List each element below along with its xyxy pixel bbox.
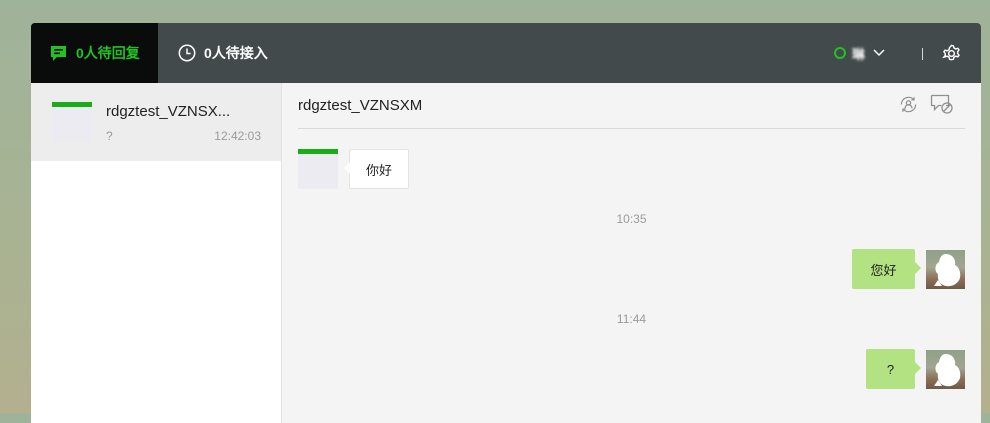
- conversation-name: rdgztest_VZNSX...: [106, 103, 231, 120]
- agent-status[interactable]: 琳: [834, 23, 885, 83]
- conversation-time: 12:42:03: [214, 129, 261, 143]
- chat-header: rdgztest_VZNSXM: [298, 83, 965, 129]
- clock-icon: [178, 44, 196, 62]
- incoming-message: 你好: [343, 149, 410, 189]
- end-chat-icon[interactable]: [930, 94, 954, 115]
- agent-avatar: [926, 350, 965, 389]
- tab-pending-accept-label: 0人待接入: [204, 45, 268, 61]
- tab-pending-accept[interactable]: 0人待接入: [178, 23, 268, 83]
- chat-panel: rdgztest_VZNSXM 你好 10:35 您好 11:44 ?: [282, 83, 981, 423]
- tab-pending-reply[interactable]: 0人待回复: [31, 23, 158, 83]
- agent-avatar-image: [934, 254, 961, 287]
- conversation-preview: ?: [106, 129, 113, 143]
- agent-name: 琳: [852, 46, 866, 62]
- conversation-item[interactable]: rdgztest_VZNSX... ? 12:42:03: [31, 83, 281, 161]
- chat-window: 0人待回复 0人待接入 琳 rdgztest_VZNSX... ? 12:42:…: [31, 23, 981, 423]
- outgoing-message: 您好: [852, 249, 921, 289]
- transfer-user-icon[interactable]: [898, 94, 919, 115]
- chat-bubble-icon: [50, 45, 67, 62]
- customer-message-avatar: [298, 149, 338, 189]
- top-bar: 0人待回复 0人待接入 琳: [31, 23, 981, 83]
- outgoing-message: ?: [866, 349, 921, 389]
- customer-avatar: [52, 102, 92, 142]
- message-timestamp: 11:44: [616, 312, 647, 326]
- agent-avatar: [926, 250, 965, 289]
- conversation-list: rdgztest_VZNSX... ? 12:42:03: [31, 83, 282, 423]
- chat-title: rdgztest_VZNSXM: [298, 97, 423, 114]
- gear-icon[interactable]: [942, 44, 961, 63]
- message-timestamp: 10:35: [616, 212, 647, 226]
- chevron-down-icon[interactable]: [873, 49, 885, 57]
- divider: [922, 48, 923, 60]
- agent-avatar-image: [934, 354, 961, 387]
- tab-pending-reply-label: 0人待回复: [76, 45, 140, 61]
- online-status-icon: [834, 47, 846, 59]
